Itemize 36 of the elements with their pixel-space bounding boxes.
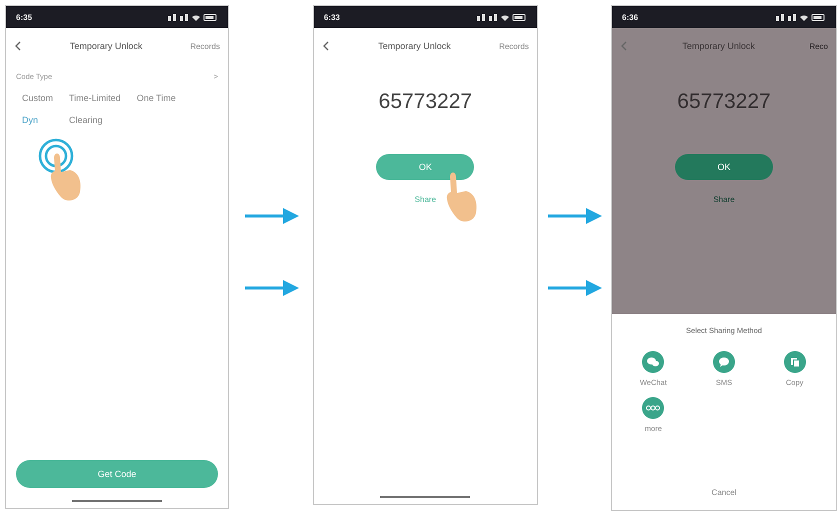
back-icon [322,41,330,51]
unlock-code: 65773227 [676,90,772,114]
records-link[interactable]: Reco [809,42,828,50]
share-link[interactable]: Share [408,194,442,205]
page-title: Temporary Unlock [68,41,144,51]
ok-button[interactable]: OK [376,154,474,180]
page-title: Temporary Unlock [681,41,756,51]
arrow-icon [242,205,299,227]
status-icons [776,12,826,22]
unlock-code: 65773227 [378,90,474,114]
copy-icon [784,351,806,373]
arrow-icon [242,277,299,299]
more-icon [642,397,664,419]
status-icons [476,12,527,22]
cancel-button[interactable]: Cancel [706,487,742,498]
share-link[interactable]: Share [707,194,741,205]
code-type-option[interactable]: One Time [136,93,176,103]
arrow-icon [546,205,602,227]
code-type-option[interactable]: Dyn [22,115,54,125]
arrow-icon [546,277,602,299]
status-time: 6:35 [16,12,32,22]
page-title: Temporary Unlock [377,41,452,51]
back-icon [14,41,22,51]
code-type-option[interactable]: Time-Limited [69,93,121,103]
status-icons [168,12,218,22]
chat-bubbles-icon [642,351,664,373]
status-time: 6:33 [324,12,340,22]
code-type-option[interactable]: Clearing [69,115,121,125]
code-type-option[interactable]: Custom [22,93,54,103]
get-code-button[interactable]: Get Code [16,460,218,488]
records-link[interactable]: Records [190,42,220,50]
status-time: 6:36 [622,12,638,22]
records-link[interactable]: Records [499,42,529,50]
message-icon [712,351,735,373]
ok-button[interactable]: OK [675,154,773,180]
back-icon [620,41,628,51]
